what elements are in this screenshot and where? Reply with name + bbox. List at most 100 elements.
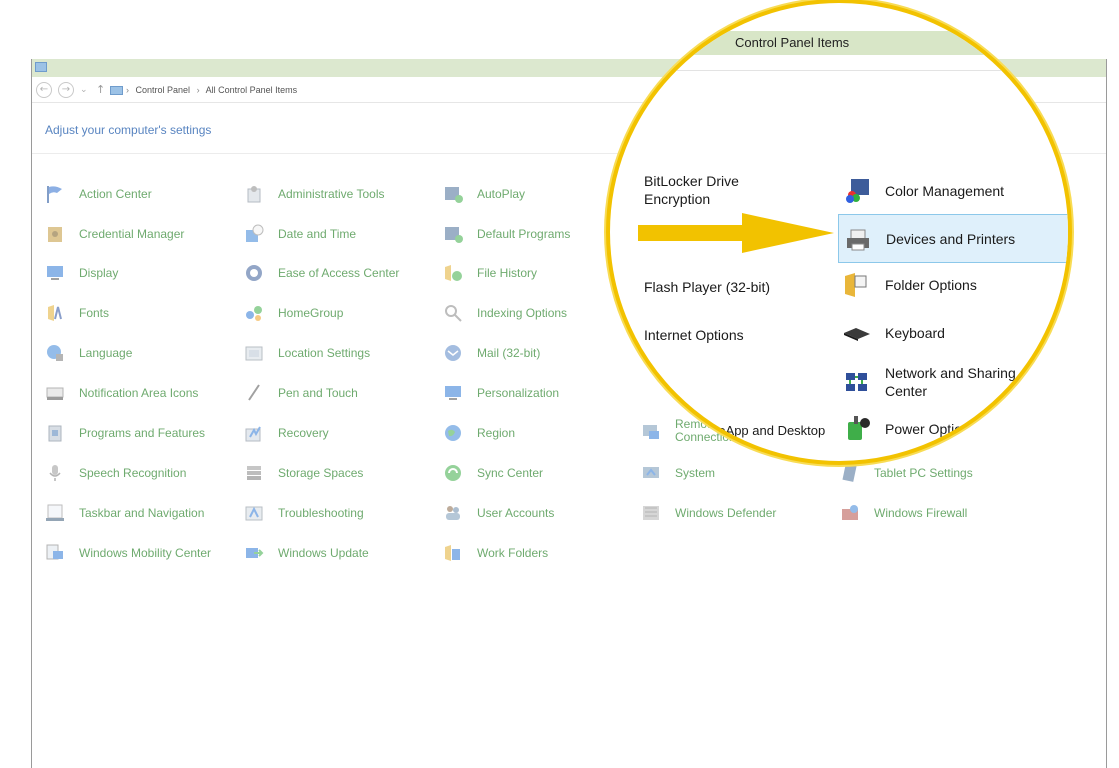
item-display[interactable]: Display [45,262,118,284]
item-label: Indexing Options [477,306,568,320]
item-bitlocker[interactable]: BitLocker Drive Encryption [644,172,739,208]
up-button[interactable]: ↑ [96,82,105,98]
item-notification-area-icons[interactable]: Notification Area Icons [45,382,198,404]
item-label: Internet Options [644,327,744,343]
item-keyboard[interactable]: Keyboard [842,318,945,348]
item-programs-and-features[interactable]: Programs and Features [45,422,205,444]
breadcrumb-separator: › [196,85,200,95]
item-label: File History [477,266,538,280]
item-speech-recognition[interactable]: Speech Recognition [45,462,186,484]
item-pen-and-touch[interactable]: Pen and Touch [244,382,358,404]
item-homegroup[interactable]: HomeGroup [244,302,343,324]
item-label: Folder Options [885,277,977,293]
item-internet-options[interactable]: Internet Options [644,326,744,344]
item-credential-manager[interactable]: Credential Manager [45,223,184,245]
item-label: User Accounts [477,506,555,520]
item-label: HomeGroup [278,306,344,320]
breadcrumb-separator: › [126,85,129,95]
breadcrumb-all-items[interactable]: All Control Panel Items [206,85,298,95]
item-language[interactable]: Language [45,342,132,364]
item-system[interactable]: System [641,462,715,484]
item-default-programs[interactable]: Default Programs [443,223,570,245]
item-windows-update[interactable]: Windows Update [244,542,369,564]
item-label: Credential Manager [79,227,185,241]
breadcrumb-control-panel[interactable]: Control Panel [136,85,191,95]
item-label: Color Management [885,183,1005,199]
homegroup-icon [246,306,262,321]
item-ease-of-access-center[interactable]: Ease of Access Center [244,262,399,284]
item-label: RemoteApp and Desktop [680,423,826,438]
item-power-options[interactable]: Power Options [842,414,977,444]
item-indexing-options[interactable]: Indexing Options [443,302,567,324]
item-recovery[interactable]: Recovery [244,422,329,444]
item-label: Region [477,426,516,440]
item-label-partial: Ph [644,382,659,396]
printer-icon [847,229,869,250]
item-user-accounts[interactable]: User Accounts [443,502,554,524]
storage-icon [247,466,261,480]
item-sync-center[interactable]: Sync Center [443,462,543,484]
back-button[interactable]: ← [36,82,52,98]
globe-icon [47,345,63,361]
item-taskbar-and-navigation[interactable]: Taskbar and Navigation [45,502,204,524]
notification-area-icon [46,387,64,400]
control-panel-icon [35,62,47,72]
item-personalization[interactable]: Personalization [443,382,559,404]
item-troubleshooting[interactable]: Troubleshooting [244,502,364,524]
item-storage-spaces[interactable]: Storage Spaces [244,462,363,484]
file-history-icon [445,265,462,281]
item-remoteapp-magnified[interactable]: RemoteApp and Desktop [680,422,825,440]
keyboard-icon [844,328,870,341]
troubleshooting-icon [245,506,263,521]
admin-tools-icon [247,186,261,203]
item-tablet-pc-settings[interactable]: Tablet PC Settings [840,462,973,484]
item-label: Windows Update [278,546,369,560]
indexing-icon [445,305,462,322]
item-label: Windows Defender [675,506,777,520]
item-location-settings[interactable]: Location Settings [244,342,370,364]
item-date-and-time[interactable]: Date and Time [244,223,356,245]
item-color-management[interactable]: Color Management [842,176,1004,206]
item-label: Recovery [278,426,329,440]
item-work-folders[interactable]: Work Folders [443,542,548,564]
item-windows-firewall[interactable]: Windows Firewall [840,502,967,524]
magnified-title-bar: Control Panel Items [644,31,1068,55]
item-action-center[interactable]: Action Center [45,183,152,205]
flag-icon [47,186,62,203]
microphone-icon [49,465,61,481]
page-heading: Adjust your computer's settings [45,123,212,137]
control-panel-crumb-icon [110,86,123,95]
item-devices-and-printers[interactable]: Devices and Printers [838,214,1068,263]
item-phone-and-modem[interactable]: Ph [644,380,659,398]
item-windows-mobility-center[interactable]: Windows Mobility Center [45,542,211,564]
item-region[interactable]: Region [443,422,515,444]
power-options-icon [848,416,870,440]
location-icon [245,346,263,361]
item-label: Notification Area Icons [79,386,199,400]
item-label: Date and Time [278,227,357,241]
region-icon [445,425,461,441]
item-label-line1: Network and Sharing [885,365,1016,381]
item-flash-player[interactable]: Flash Player (32-bit) [644,278,770,296]
sync-icon [445,465,461,481]
item-administrative-tools[interactable]: Administrative Tools [244,183,385,205]
item-network-and-sharing-center[interactable]: Network and Sharing Center [842,364,1016,400]
item-fonts[interactable]: Fonts [45,302,109,324]
forward-button[interactable]: → [58,82,74,98]
item-label: Location Settings [278,346,371,360]
item-label: Keyboard [885,325,945,341]
mobility-center-icon [46,544,63,560]
magnified-address-bar [644,55,1068,71]
monitor-icon [47,266,63,280]
item-windows-defender[interactable]: Windows Defender [641,502,776,524]
item-label: Mail (32-bit) [477,346,541,360]
item-file-history[interactable]: File History [443,262,537,284]
recent-locations-icon[interactable]: ⌄ [80,82,88,98]
item-autoplay[interactable]: AutoPlay [443,183,525,205]
autoplay-icon [445,187,463,203]
item-label: Language [79,346,133,360]
item-mail[interactable]: Mail (32-bit) [443,342,540,364]
item-folder-options[interactable]: Folder Options [842,270,977,300]
item-label: Windows Firewall [874,506,968,520]
users-icon [446,506,460,520]
